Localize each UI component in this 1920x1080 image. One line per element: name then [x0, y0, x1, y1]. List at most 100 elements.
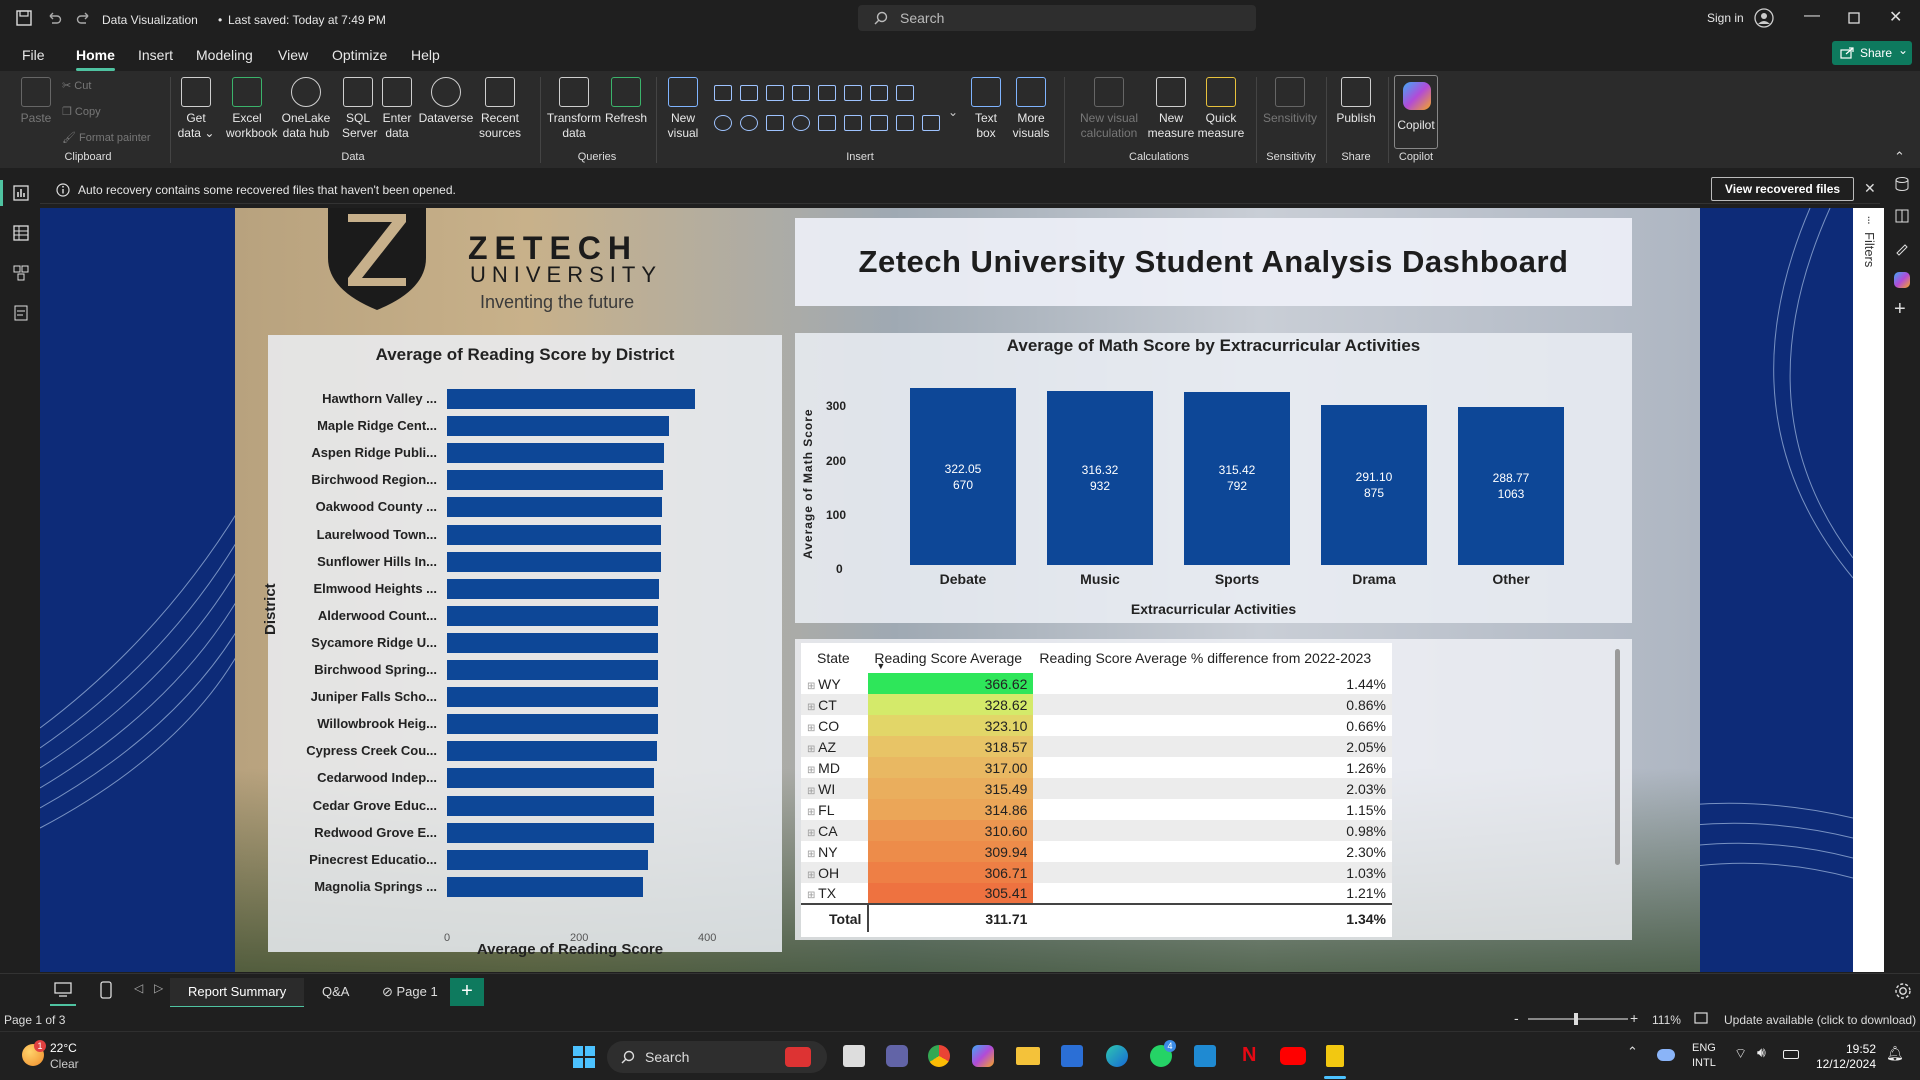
vscode-icon[interactable] [1194, 1045, 1216, 1067]
menu-help[interactable]: Help [411, 47, 440, 63]
copy-button[interactable]: ❐ Copy [62, 105, 101, 118]
powerbi-icon[interactable] [1326, 1045, 1344, 1067]
search-box[interactable]: Search [858, 5, 1256, 31]
sign-in-link[interactable]: Sign in [1707, 11, 1744, 25]
bar[interactable] [447, 389, 695, 409]
math-by-activity-chart[interactable]: Average of Math Score by Extracurricular… [795, 333, 1632, 623]
redo-icon[interactable] [76, 10, 92, 26]
column-header-state[interactable]: State [801, 643, 868, 673]
expand-row-icon[interactable]: ⊞ [807, 807, 818, 818]
table-row[interactable]: ⊞ CA 310.60 0.98% [801, 820, 1392, 841]
expand-row-icon[interactable]: ⊞ [807, 849, 818, 860]
table-row[interactable]: ⊞ AZ 318.57 2.05% [801, 736, 1392, 757]
saved-status[interactable]: Last saved: Today at 7:49 PM [228, 13, 386, 27]
save-icon[interactable] [16, 10, 32, 26]
clock-date[interactable]: 12/12/2024 [1814, 1057, 1876, 1071]
area-chart-icon[interactable] [870, 85, 888, 101]
bar[interactable] [447, 849, 648, 870]
new-visual-button[interactable]: New visual [664, 77, 702, 141]
map-icon[interactable] [792, 115, 810, 131]
desktop-layout-icon[interactable] [54, 982, 72, 998]
undo-icon[interactable] [46, 10, 62, 26]
update-available-link[interactable]: Update available (click to download) [1724, 1013, 1916, 1027]
bar[interactable] [447, 551, 661, 572]
show-hidden-icons-icon[interactable]: ⌃ [1627, 1044, 1638, 1060]
bar[interactable] [447, 524, 661, 545]
filters-pane-collapsed[interactable]: ⁝ Filters [1853, 208, 1884, 972]
notifications-bell-icon[interactable]: 🔔︎ [1886, 1045, 1904, 1062]
table-row[interactable]: ⊞ CO 323.10 0.66% [801, 715, 1392, 736]
text-box-button[interactable]: Text box [966, 77, 1006, 141]
language-code[interactable]: ENG [1692, 1042, 1716, 1054]
file-explorer-icon[interactable] [1016, 1047, 1040, 1065]
gauge-icon[interactable] [818, 115, 836, 131]
bar[interactable] [447, 416, 670, 437]
state-reading-table[interactable]: State Reading Score Average ▼ Reading Sco… [795, 639, 1632, 940]
share-button[interactable]: Share ⌄ [1832, 41, 1912, 65]
paste-button[interactable]: Paste [18, 77, 54, 126]
refresh-button[interactable]: Refresh [604, 77, 648, 126]
next-page-icon[interactable]: ▷ [154, 981, 163, 995]
keyboard-layout[interactable]: INTL [1692, 1057, 1716, 1069]
page-tab-report-summary[interactable]: Report Summary [170, 978, 305, 1008]
menu-home[interactable]: Home [76, 47, 115, 71]
settings-gear-icon[interactable] [1894, 982, 1912, 1000]
copilot-app-icon[interactable] [972, 1045, 994, 1067]
ribbon-chart-icon[interactable] [896, 85, 914, 101]
copilot-pane-icon[interactable] [1894, 272, 1910, 288]
bar[interactable] [447, 741, 657, 762]
mobile-layout-icon[interactable] [100, 981, 112, 999]
menu-view[interactable]: View [278, 47, 308, 63]
pie-chart-icon[interactable] [714, 115, 732, 131]
bar[interactable] [447, 822, 654, 843]
bar[interactable] [447, 470, 664, 491]
page-tab-qa[interactable]: Q&A [304, 978, 367, 1008]
matrix-icon[interactable] [922, 115, 940, 131]
zoom-slider-thumb[interactable] [1574, 1013, 1578, 1025]
stacked-bar-icon[interactable] [714, 85, 732, 101]
menu-file[interactable]: File [22, 47, 45, 63]
prev-page-icon[interactable]: ◁ [134, 981, 143, 995]
slicer-icon[interactable] [870, 115, 888, 131]
zoom-out-icon[interactable]: - [1514, 1010, 1519, 1026]
expand-row-icon[interactable]: ⊞ [807, 723, 818, 734]
windows-start-icon[interactable] [573, 1046, 595, 1068]
expand-row-icon[interactable]: ⊞ [807, 890, 818, 901]
bar[interactable] [447, 714, 658, 735]
table-view-icon[interactable] [12, 224, 30, 242]
more-visuals-button[interactable]: More visuals [1006, 77, 1056, 141]
menu-optimize[interactable]: Optimize [332, 47, 387, 63]
bar[interactable] [447, 443, 665, 464]
bar[interactable] [447, 497, 662, 518]
bar[interactable] [447, 876, 644, 897]
card-icon[interactable] [844, 115, 862, 131]
format-pane-icon[interactable] [1894, 240, 1910, 256]
table-row[interactable]: ⊞ OH 306.71 1.03% [801, 862, 1392, 883]
treemap-icon[interactable] [766, 115, 784, 131]
view-recovered-files-button[interactable]: View recovered files [1711, 177, 1854, 201]
taskbar-search[interactable]: Search [607, 1041, 827, 1073]
sql-server-button[interactable]: SQL Server [342, 77, 377, 141]
maximize-icon[interactable] [1848, 12, 1860, 24]
clustered-column-icon[interactable] [740, 85, 758, 101]
bar[interactable] [447, 605, 659, 626]
add-pane-icon[interactable]: + [1894, 298, 1906, 321]
onelake-button[interactable]: OneLake data hub [278, 77, 334, 141]
column-chart-icon[interactable] [792, 85, 810, 101]
fit-to-page-icon[interactable] [1694, 1012, 1708, 1024]
build-visual-icon[interactable] [1894, 208, 1910, 224]
cut-button[interactable]: ✂ Cut [62, 79, 91, 92]
transform-data-button[interactable]: Transform data [546, 77, 602, 141]
column-header-pct-diff[interactable]: Reading Score Average % difference from … [1033, 643, 1392, 673]
gallery-expand-icon[interactable]: ⌄ [948, 105, 958, 119]
volume-icon[interactable]: 🔊︎ [1757, 1044, 1766, 1061]
expand-filters-icon[interactable]: ⁝ [1867, 214, 1871, 227]
table-row[interactable]: ⊞ FL 314.86 1.15% [801, 799, 1392, 820]
reading-by-district-chart[interactable]: Average of Reading Score by District Dis… [262, 335, 782, 958]
dax-query-view-icon[interactable] [12, 304, 30, 322]
weather-desc[interactable]: Clear [50, 1057, 79, 1071]
clock-time[interactable]: 19:52 [1844, 1042, 1876, 1056]
bar[interactable] [447, 660, 659, 680]
zoom-level[interactable]: 111% [1652, 1013, 1681, 1027]
expand-row-icon[interactable]: ⊞ [807, 765, 818, 776]
